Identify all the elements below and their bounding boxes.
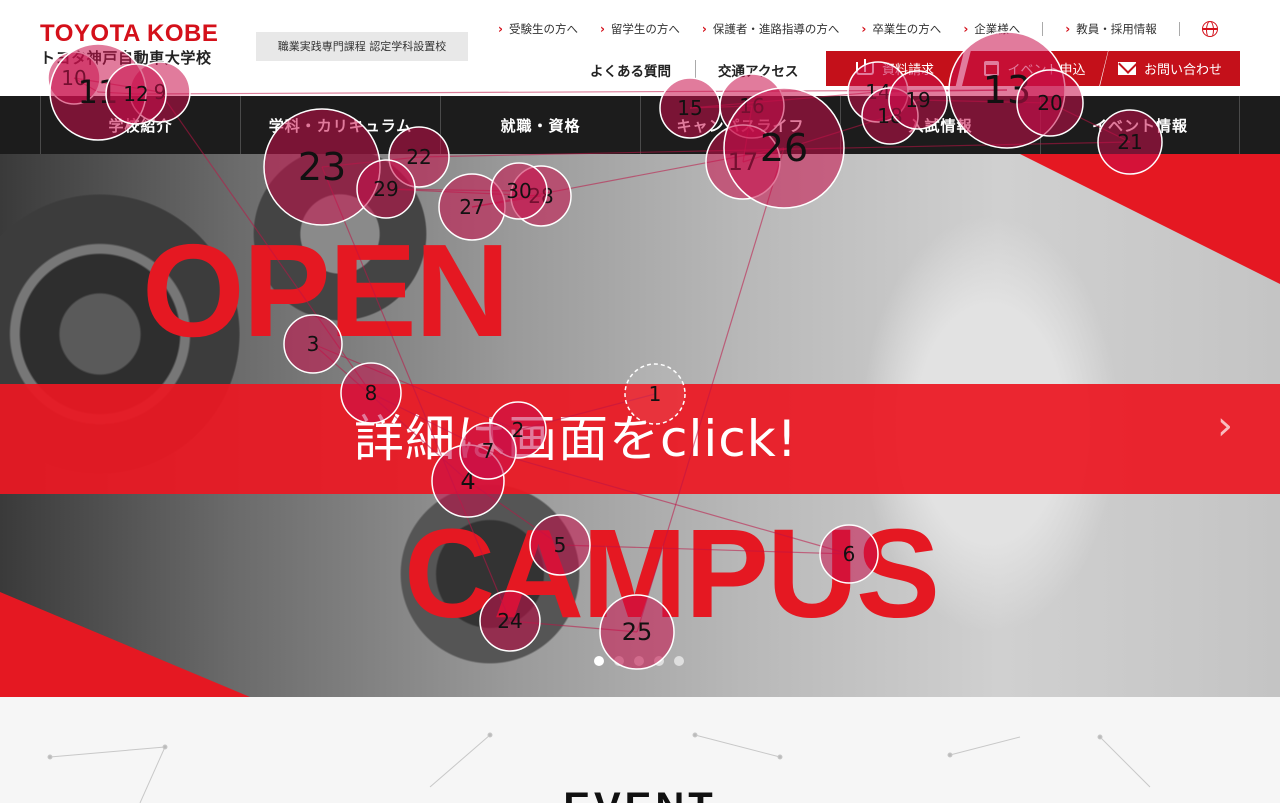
site-header: TOYOTA KOBE トヨタ神戸自動車大学校 職業実践専門課程 認定学科設置校… (0, 0, 1280, 96)
mail-icon (1117, 62, 1136, 75)
divider (1042, 22, 1044, 36)
access-link[interactable]: 交通アクセス (718, 60, 798, 80)
nav-about-school[interactable]: 学校紹介 (40, 96, 240, 154)
divider (1178, 22, 1180, 36)
globe-icon[interactable] (1201, 21, 1218, 37)
chevron-right-icon: › (963, 22, 969, 36)
request-documents-button[interactable]: 資料請求 (826, 51, 964, 86)
top-utility-links: › 受験生の方へ › 留学生の方へ › 保護者・進路指導の方へ › 卒業生の方へ › 企業… (498, 18, 1218, 40)
chevron-right-icon: › (861, 22, 867, 36)
nav-event-info[interactable]: イベント情報 (1040, 96, 1240, 154)
hero-heading-campus: CAMPUS (404, 503, 940, 644)
event-section: EVENT (0, 697, 1280, 803)
contact-button[interactable]: お問い合わせ (1100, 51, 1240, 86)
link-international-students[interactable]: › 留学生の方へ (600, 21, 680, 37)
hero-red-triangle-top (1020, 154, 1280, 284)
slider-dot[interactable] (594, 656, 604, 666)
book-icon (855, 59, 874, 75)
link-prospective-students[interactable]: › 受験生の方へ (498, 21, 578, 37)
slider-next-arrow-icon[interactable]: › (1210, 404, 1240, 448)
link-parents-counselors[interactable]: › 保護者・進路指導の方へ (702, 21, 839, 37)
slider-dot[interactable] (614, 656, 624, 666)
hero-slider[interactable]: OPEN 詳細は画面をclick! CAMPUS › (0, 154, 1280, 697)
certification-badge: 職業実践専門課程 認定学科設置校 (256, 32, 468, 61)
hero-red-triangle-bottom (0, 592, 250, 697)
slider-dot[interactable] (634, 656, 644, 666)
event-section-title: EVENT (0, 785, 1280, 803)
faq-link[interactable]: よくある質問 (590, 60, 671, 80)
logo-japanese: トヨタ神戸自動車大学校 (40, 49, 212, 67)
slider-pagination (594, 656, 694, 666)
hero-heading-open: OPEN (142, 217, 510, 364)
calendar-icon (984, 61, 1000, 76)
chevron-right-icon: › (599, 22, 605, 36)
chevron-right-icon: › (498, 22, 503, 36)
event-application-button[interactable]: イベント申込 (962, 51, 1108, 86)
nav-campus-life[interactable]: キャンパスライフ (640, 96, 840, 154)
link-graduates[interactable]: › 卒業生の方へ (861, 21, 941, 37)
slider-dot[interactable] (654, 656, 664, 666)
logo-english: TOYOTA KOBE (40, 20, 219, 47)
link-faculty-recruitment[interactable]: › 教員・採用情報 (1065, 21, 1156, 37)
divider (695, 60, 696, 78)
link-companies[interactable]: › 企業様へ (963, 21, 1020, 37)
hero-click-prompt: 詳細は画面をclick! (354, 410, 798, 468)
chevron-right-icon: › (701, 22, 707, 36)
nav-departments-curriculum[interactable]: 学科・カリキュラム (240, 96, 440, 154)
site-logo[interactable]: TOYOTA KOBE トヨタ神戸自動車大学校 (40, 22, 232, 68)
main-navigation: 学校紹介 学科・カリキュラム 就職・資格 キャンパスライフ 入試情報 イベント情… (0, 96, 1280, 154)
chevron-right-icon: › (1065, 22, 1071, 36)
slider-dot[interactable] (674, 656, 684, 666)
nav-admissions[interactable]: 入試情報 (840, 96, 1040, 154)
nav-careers-qualifications[interactable]: 就職・資格 (440, 96, 640, 154)
